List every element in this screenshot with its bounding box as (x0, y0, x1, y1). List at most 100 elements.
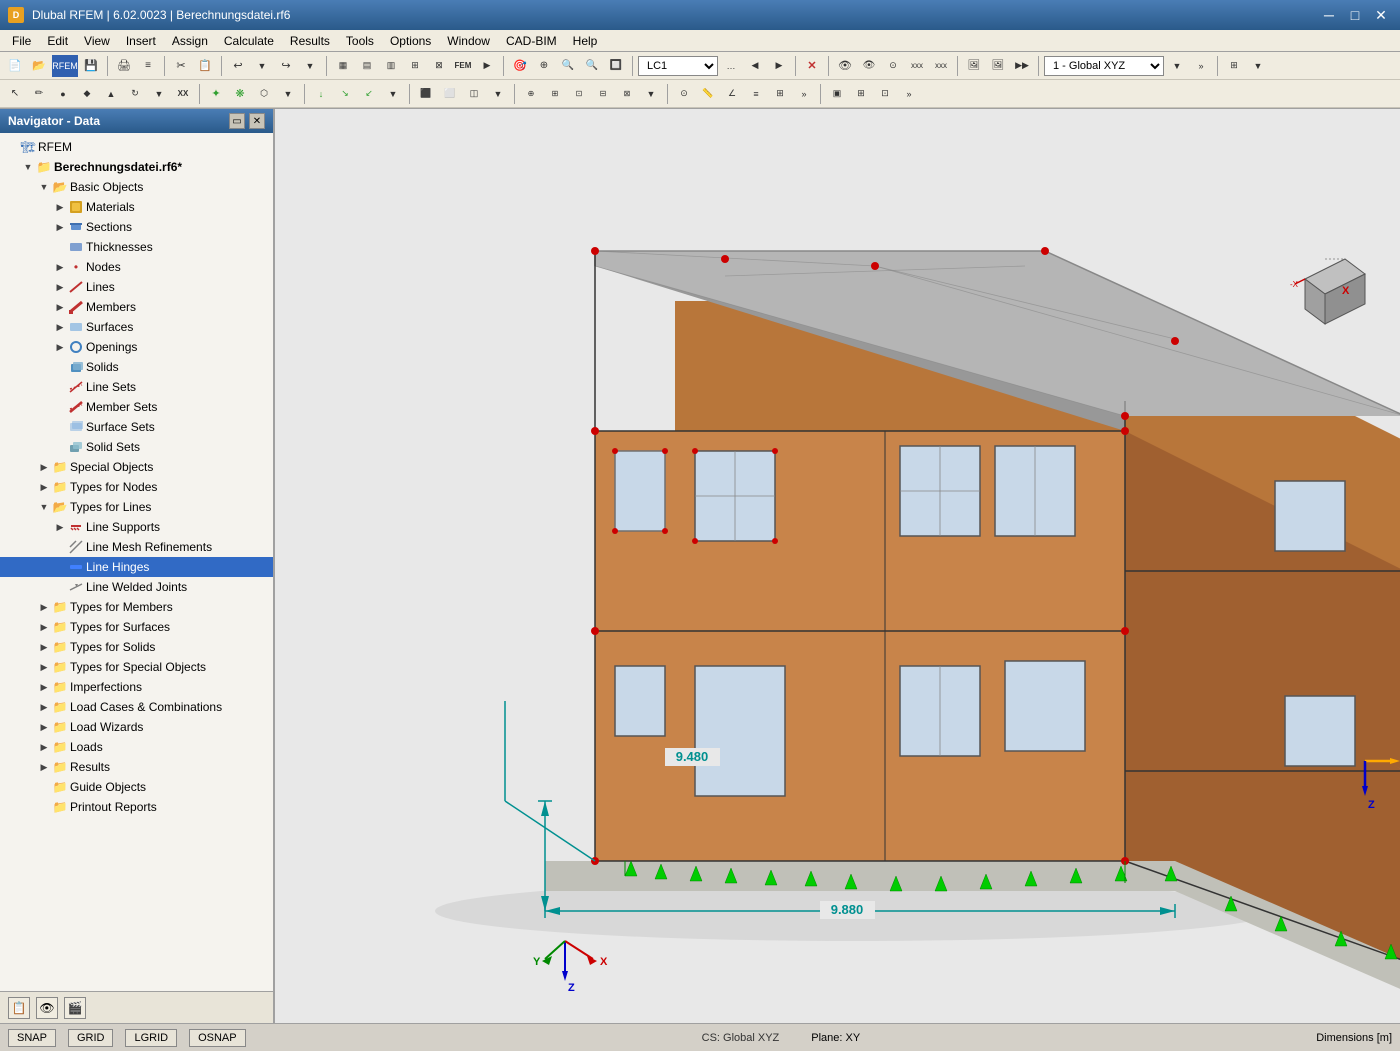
tb2-text1[interactable]: ⊕ (520, 83, 542, 105)
tb2-check2[interactable]: ⊞ (850, 83, 872, 105)
loads-toggle[interactable]: ▶ (36, 739, 52, 755)
tb2-more2[interactable]: » (898, 83, 920, 105)
tb-xyz-more[interactable]: » (1190, 55, 1212, 77)
tb-copy[interactable]: 📋 (194, 55, 216, 77)
tb2-angle[interactable]: ∠ (721, 83, 743, 105)
types-members-toggle[interactable]: ▶ (36, 599, 52, 615)
menu-window[interactable]: Window (439, 32, 498, 50)
tb2-move-arrow[interactable]: ▼ (148, 83, 170, 105)
tb-undo[interactable]: ↩ (227, 55, 249, 77)
tb2-text2[interactable]: ⊞ (544, 83, 566, 105)
member-sets-toggle[interactable] (52, 399, 68, 415)
tb2-green2[interactable]: ❋ (229, 83, 251, 105)
menu-options[interactable]: Options (382, 32, 439, 50)
menu-insert[interactable]: Insert (118, 32, 164, 50)
solid-sets-toggle[interactable] (52, 439, 68, 455)
tb-eye[interactable]: 👁 (834, 55, 856, 77)
nav-views-button[interactable]: 🎬 (64, 997, 86, 1019)
lgrid-button[interactable]: LGRID (125, 1029, 177, 1047)
tb-zoom-out[interactable]: 🔍 (581, 55, 603, 77)
tree-item-line-welded[interactable]: Line Welded Joints (0, 577, 273, 597)
tb2-calc4[interactable]: ⊡ (874, 83, 896, 105)
tb-zoom-fit[interactable]: ⊕ (533, 55, 555, 77)
tb2-arrow5[interactable]: ▼ (640, 83, 662, 105)
tb2-snap[interactable]: ⊙ (673, 83, 695, 105)
load-wizards-toggle[interactable]: ▶ (36, 719, 52, 735)
results-toggle[interactable]: ▶ (36, 759, 52, 775)
tree-item-imperfections[interactable]: ▶ 📁 Imperfections (0, 677, 273, 697)
tb2-green1[interactable]: ✦ (205, 83, 227, 105)
viewport[interactable]: 9.880 9.480 Z X (275, 109, 1400, 1023)
tb2-load3[interactable]: ↙ (358, 83, 380, 105)
orientation-cube[interactable]: X -X (1290, 249, 1380, 339)
tb2-text5[interactable]: ⊠ (616, 83, 638, 105)
tb-prev[interactable]: ◀ (744, 55, 766, 77)
tree-item-line-supports[interactable]: ▶ Line Supports (0, 517, 273, 537)
tb-run[interactable]: ▶ (476, 55, 498, 77)
types-solids-toggle[interactable]: ▶ (36, 639, 52, 655)
tb-save[interactable]: 💾 (80, 55, 102, 77)
tb-rfem[interactable]: RFEM (52, 55, 78, 77)
tb2-more[interactable]: » (793, 83, 815, 105)
tree-item-materials[interactable]: ▶ Materials (0, 197, 273, 217)
window-controls[interactable]: ─ □ ✕ (1318, 6, 1392, 24)
thicknesses-toggle[interactable] (52, 239, 68, 255)
tb-tables[interactable]: ▤ (356, 55, 378, 77)
tb-zoom-in[interactable]: 🔍 (557, 55, 579, 77)
menu-edit[interactable]: Edit (39, 32, 76, 50)
menu-file[interactable]: File (4, 32, 39, 50)
tree-item-solids[interactable]: Solids (0, 357, 273, 377)
types-surfaces-toggle[interactable]: ▶ (36, 619, 52, 635)
tree-item-types-members[interactable]: ▶ 📁 Types for Members (0, 597, 273, 617)
tree-item-line-hinges[interactable]: Line Hinges (0, 557, 273, 577)
tree-item-printout[interactable]: 📁 Printout Reports (0, 797, 273, 817)
tb2-arrow4[interactable]: ▼ (487, 83, 509, 105)
maximize-button[interactable]: □ (1344, 6, 1366, 24)
tree-item-openings[interactable]: ▶ Openings (0, 337, 273, 357)
tb-xyz-arrow[interactable]: ▼ (1166, 55, 1188, 77)
tree-item-members[interactable]: ▶ Members (0, 297, 273, 317)
close-button[interactable]: ✕ (1370, 6, 1392, 24)
nav-close-button[interactable]: ✕ (249, 113, 265, 129)
tb-cut[interactable]: ✂ (170, 55, 192, 77)
line-supports-toggle[interactable]: ▶ (52, 519, 68, 535)
tree-item-rfem[interactable]: 🏗 RFEM (0, 137, 273, 157)
file-toggle[interactable]: ▼ (20, 159, 36, 175)
line-hinges-toggle[interactable] (52, 559, 68, 575)
tb2-shape3[interactable]: ⬡ (253, 83, 275, 105)
tb-x[interactable]: ✕ (801, 55, 823, 77)
nodes-toggle[interactable]: ▶ (52, 259, 68, 275)
special-objects-toggle[interactable]: ▶ (36, 459, 52, 475)
tb-lc-dots[interactable]: … (720, 55, 742, 77)
tb2-check[interactable]: ▣ (826, 83, 848, 105)
tb2-shape2[interactable]: ▲ (100, 83, 122, 105)
surface-sets-toggle[interactable] (52, 419, 68, 435)
tb-view1[interactable]: 🔲 (605, 55, 627, 77)
tree-item-load-cases[interactable]: ▶ 📁 Load Cases & Combinations (0, 697, 273, 717)
tb-redo[interactable]: ↪ (275, 55, 297, 77)
solids-toggle[interactable] (52, 359, 68, 375)
tb2-surf1[interactable]: ⬛ (415, 83, 437, 105)
tree-item-types-solids[interactable]: ▶ 📁 Types for Solids (0, 637, 273, 657)
tb2-load1[interactable]: ↓ (310, 83, 332, 105)
tree-item-types-nodes[interactable]: ▶ 📁 Types for Nodes (0, 477, 273, 497)
materials-toggle[interactable]: ▶ (52, 199, 68, 215)
menu-view[interactable]: View (76, 32, 118, 50)
menu-help[interactable]: Help (565, 32, 606, 50)
surfaces-toggle[interactable]: ▶ (52, 319, 68, 335)
tb2-node[interactable]: ● (52, 83, 74, 105)
tb2-table[interactable]: ⊞ (769, 83, 791, 105)
tree-item-member-sets[interactable]: Member Sets (0, 397, 273, 417)
tree-item-results[interactable]: ▶ 📁 Results (0, 757, 273, 777)
tb-xxx1[interactable]: xxx (906, 55, 928, 77)
types-nodes-toggle[interactable]: ▶ (36, 479, 52, 495)
menu-tools[interactable]: Tools (338, 32, 382, 50)
tree-item-solid-sets[interactable]: Solid Sets (0, 437, 273, 457)
tb2-pencil[interactable]: ✏ (28, 83, 50, 105)
tb-display[interactable]: ⊞ (1223, 55, 1245, 77)
tb-eye2[interactable]: 👁 (858, 55, 880, 77)
types-special-toggle[interactable]: ▶ (36, 659, 52, 675)
tb2-shape1[interactable]: ◆ (76, 83, 98, 105)
minimize-button[interactable]: ─ (1318, 6, 1340, 24)
tb-snap-icon[interactable]: ⊙ (882, 55, 904, 77)
